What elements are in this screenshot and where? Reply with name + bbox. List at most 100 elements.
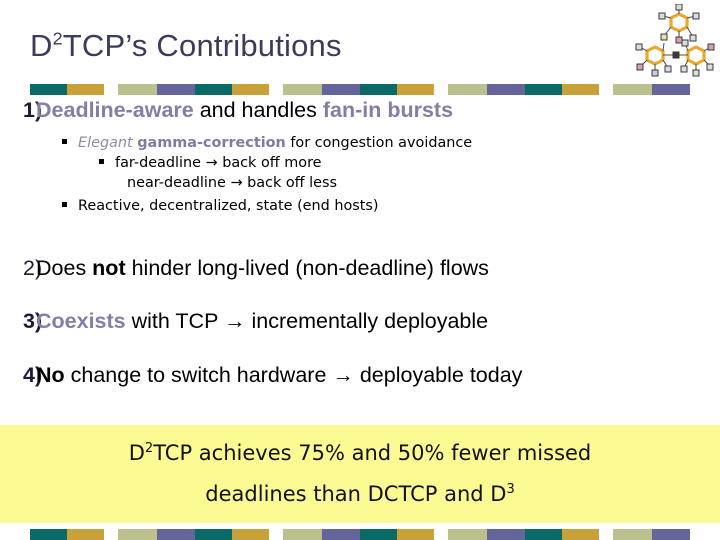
stripe-swatch <box>613 529 652 540</box>
stripe-swatch <box>322 529 360 540</box>
stripe-unit <box>525 529 690 540</box>
sub-bullet-text: Reactive, decentralized, state (end host… <box>78 197 379 214</box>
stripe-swatch <box>487 84 525 95</box>
highlight-line-2: deadlines than DCTCP and D3 <box>205 482 515 506</box>
stripe-swatch <box>232 84 269 95</box>
list-item-number: 2) <box>23 256 43 280</box>
list-item-segment: not <box>92 256 126 280</box>
list-item-segment: Deadline-aware <box>36 98 194 122</box>
list-item: 1) Deadline-aware and handles fan-in bur… <box>0 98 720 123</box>
stripe-swatch <box>448 529 487 540</box>
title-rest: TCP’s Contributions <box>62 28 342 63</box>
stripe-swatch <box>360 84 397 95</box>
stripe-swatch <box>487 529 525 540</box>
highlight-line-2-prefix: deadlines than DCTCP and D <box>205 482 507 506</box>
square-bullet-icon <box>62 201 67 207</box>
contributions-list-rest: 2) Does not hinder long-lived (non-deadl… <box>0 256 720 390</box>
stripe-swatch <box>118 529 157 540</box>
stripe-swatch <box>562 84 599 95</box>
stripe-swatch <box>322 84 360 95</box>
sub-bullet-item: Elegant gamma-correction for congestion … <box>0 134 720 154</box>
highlight-line-1-prefix: D <box>128 441 145 465</box>
sub-bullet-text: Elegant gamma-correction for congestion … <box>78 134 720 154</box>
stripe-swatch <box>30 529 67 540</box>
list-item: 3) Coexists with TCP → incrementally dep… <box>0 309 720 334</box>
stripe-swatch <box>434 529 448 540</box>
stripe-swatch <box>30 84 67 95</box>
list-item-segment: change to switch hardware → deployable t… <box>64 362 523 387</box>
stripe-swatch <box>562 529 599 540</box>
sub-bullet-text: far-deadline → back off more <box>115 154 322 171</box>
stripe-swatch <box>269 84 283 95</box>
sub-bullet-segment: for congestion avoidance <box>285 135 473 151</box>
stripe-swatch <box>232 529 269 540</box>
stripe-swatch <box>283 529 322 540</box>
sub-bullet-item: Reactive, decentralized, state (end host… <box>0 197 720 217</box>
stripe-unit <box>195 84 360 95</box>
list-item-number: 4) <box>23 362 43 387</box>
stripe-swatch <box>104 529 118 540</box>
sub-bullet-text: near-deadline → back off less <box>127 174 338 191</box>
stripe-swatch <box>269 529 283 540</box>
highlight-callout: D2TCP achieves 75% and 50% fewer missed … <box>0 425 720 523</box>
stripe-swatch <box>67 84 104 95</box>
network-graph-logo-icon <box>630 3 716 84</box>
list-item: 4) No change to switch hardware → deploy… <box>0 363 720 388</box>
list-item-segment: No <box>36 362 65 387</box>
list-item-segment: fan-in bursts <box>322 98 454 122</box>
list-item-text: No change to switch hardware → deployabl… <box>36 363 720 388</box>
stripe-swatch <box>652 84 690 95</box>
decorative-stripe-top <box>30 84 690 95</box>
stripe-swatch <box>195 529 232 540</box>
stripe-unit <box>30 84 195 95</box>
stripe-swatch <box>157 529 195 540</box>
stripe-unit <box>360 84 525 95</box>
stripe-swatch <box>599 84 613 95</box>
list-item-segment: and handles <box>193 98 323 122</box>
stripe-swatch <box>157 84 195 95</box>
highlight-line-1: D2TCP achieves 75% and 50% fewer missed <box>128 441 592 465</box>
sub-bullet-item-continuation: near-deadline → back off less <box>0 174 720 194</box>
contributions-list: 1) Deadline-aware and handles fan-in bur… <box>0 98 720 129</box>
stripe-unit <box>30 529 195 540</box>
list-item-number: 3) <box>23 309 43 334</box>
decorative-stripe-bottom <box>30 529 690 540</box>
stripe-swatch <box>599 529 613 540</box>
sub-bullet-item: far-deadline → back off more <box>0 154 720 174</box>
list-item: 2) Does not hinder long-lived (non-deadl… <box>0 256 720 281</box>
stripe-swatch <box>525 529 562 540</box>
stripe-swatch <box>195 84 232 95</box>
stripe-swatch <box>613 84 652 95</box>
stripe-swatch <box>434 84 448 95</box>
stripe-swatch <box>118 84 157 95</box>
list-item-segment: with TCP → incrementally deployable <box>125 309 489 334</box>
highlight-line-1-rest: TCP achieves 75% and 50% fewer missed <box>153 441 592 465</box>
stripe-unit <box>525 84 690 95</box>
sub-bullet-segment: gamma-correction <box>137 135 286 151</box>
stripe-swatch <box>448 84 487 95</box>
title-prefix: D <box>30 28 53 63</box>
list-item-text: Coexists with TCP → incrementally deploy… <box>36 309 720 334</box>
stripe-swatch <box>104 84 118 95</box>
square-bullet-icon <box>99 158 104 164</box>
page-title: D2TCP’s Contributions <box>30 28 342 64</box>
sub-bullet-list: Elegant gamma-correction for congestion … <box>0 134 720 217</box>
stripe-swatch <box>397 529 434 540</box>
list-item-segment: Coexists <box>36 309 126 334</box>
highlight-line-1-superscript: 2 <box>144 441 154 456</box>
stripe-unit <box>195 529 360 540</box>
highlight-line-2-superscript: 3 <box>506 482 515 497</box>
list-item-text: Does not hinder long-lived (non-deadline… <box>36 256 720 281</box>
list-item-segment: hinder long-lived (non-deadline) flows <box>125 256 489 280</box>
stripe-swatch <box>67 529 104 540</box>
stripe-swatch <box>397 84 434 95</box>
stripe-swatch <box>652 529 690 540</box>
list-item-text: Deadline-aware and handles fan-in bursts <box>36 98 720 123</box>
sub-bullet-segment: Elegant <box>78 135 138 151</box>
stripe-unit <box>360 529 525 540</box>
slide-canvas: D2TCP’s Contributions 1) Deadline-aware … <box>0 0 720 540</box>
stripe-swatch <box>360 529 397 540</box>
title-superscript: 2 <box>52 28 63 49</box>
stripe-swatch <box>525 84 562 95</box>
square-bullet-icon <box>62 139 67 144</box>
